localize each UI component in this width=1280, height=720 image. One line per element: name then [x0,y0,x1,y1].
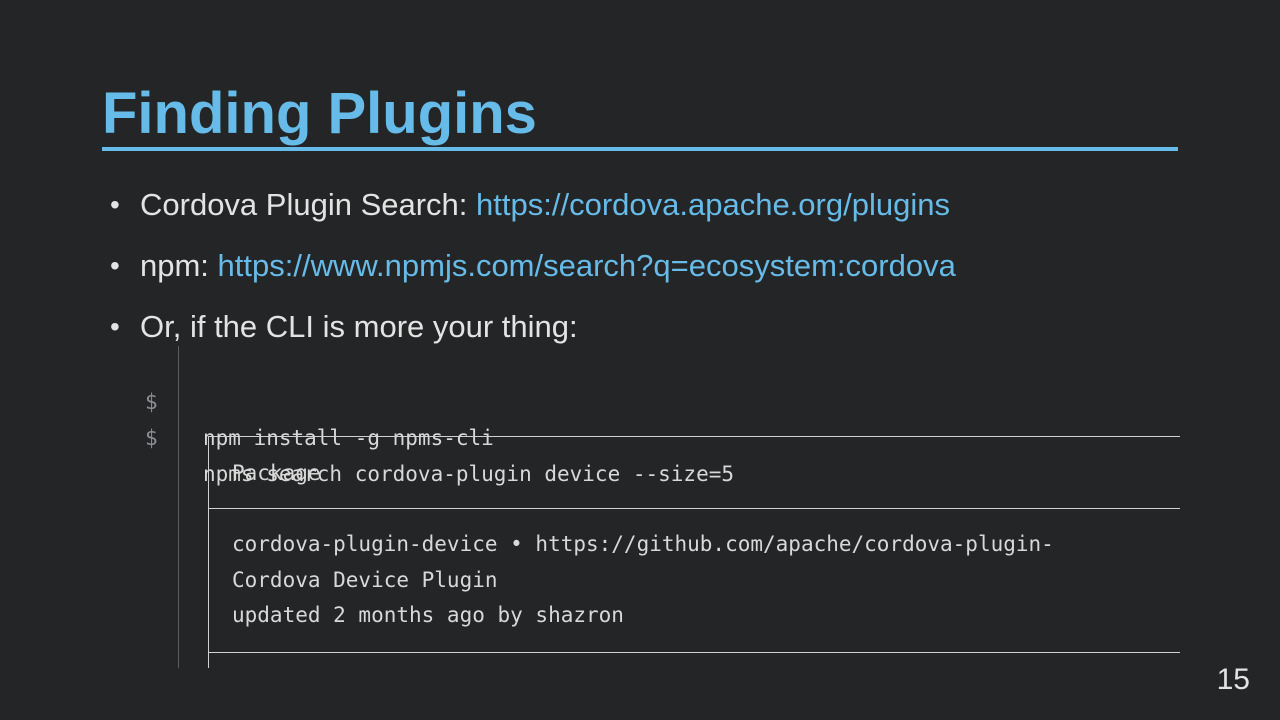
table-row: cordova-plugin-device • https://github.c… [232,532,1054,556]
bullet-list: • Cordova Plugin Search: https://cordova.… [110,182,956,365]
table-left-border [208,436,209,668]
table-row-divider [208,652,1180,653]
bullet-label: Or, if the CLI is more your thing: [140,309,578,344]
code-line: $ npms search cordova-plugin device --si… [140,384,734,486]
table-header: Package [232,461,321,485]
plugin-search-link[interactable]: https://cordova.apache.org/plugins [476,187,950,222]
bullet-item-npm: • npm: https://www.npmjs.com/search?q=eco… [110,243,956,289]
results-table: Package cordova-plugin-device • https://… [208,436,1180,668]
bullet-dot-icon: • [110,250,120,281]
slide: Finding Plugins • Cordova Plugin Search: … [0,0,1280,720]
table-row: Cordova Device Plugin [232,568,498,592]
table-top-border [208,436,1180,437]
bullet-item-cli: • Or, if the CLI is more your thing: [110,304,956,350]
code-block: $ npm install -g npms-cli $ npms search … [140,346,1180,668]
bullet-label: Cordova Plugin Search: [140,187,477,222]
table-row: updated 2 months ago by shazron [232,603,624,627]
code-line: $ npm install -g npms-cli [140,348,494,450]
bullet-item-plugin-search: • Cordova Plugin Search: https://cordova.… [110,182,956,228]
table-header-divider [208,508,1180,509]
title-underline [102,147,1178,151]
page-number: 15 [1216,663,1250,696]
slide-title: Finding Plugins [102,81,537,146]
bullet-label: npm: [140,248,218,283]
npm-search-link[interactable]: https://www.npmjs.com/search?q=ecosystem… [218,248,956,283]
bullet-dot-icon: • [110,311,120,342]
bullet-dot-icon: • [110,189,120,220]
shell-prompt-icon: $ [145,426,158,450]
